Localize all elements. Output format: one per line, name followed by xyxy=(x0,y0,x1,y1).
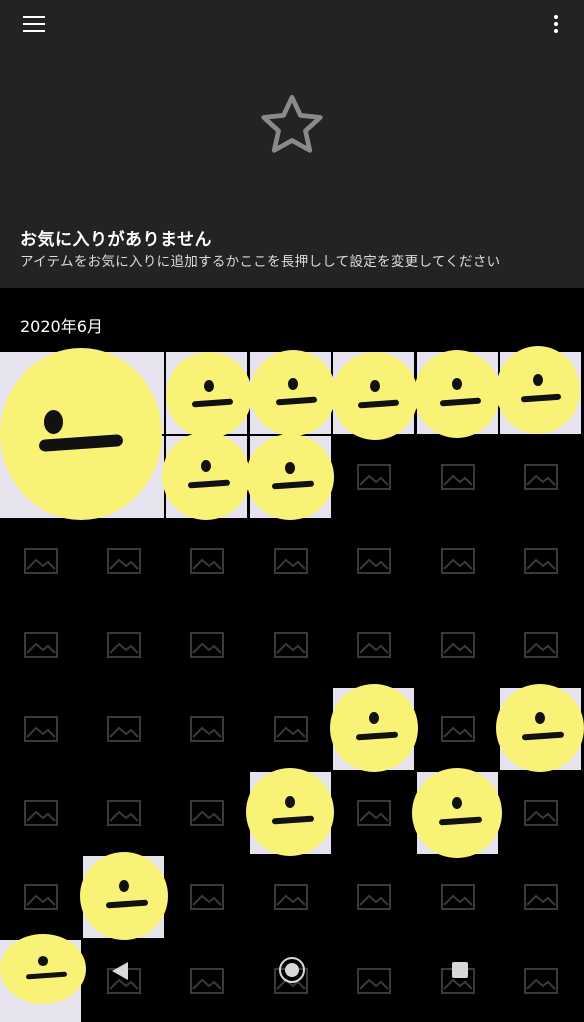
image-placeholder[interactable] xyxy=(83,688,164,770)
image-placeholder[interactable] xyxy=(83,940,164,1022)
empty-state-subtitle[interactable]: アイテムをお気に入りに追加するかここを長押しして設定を変更してください xyxy=(20,250,500,270)
image-placeholder[interactable] xyxy=(0,856,81,938)
image-placeholder[interactable] xyxy=(0,772,81,854)
image-placeholder[interactable] xyxy=(417,940,498,1022)
cover-sticker xyxy=(162,432,250,520)
image-placeholder[interactable] xyxy=(83,772,164,854)
more-options-button[interactable] xyxy=(532,0,580,48)
cover-sticker xyxy=(414,350,500,438)
hamburger-icon xyxy=(23,16,45,32)
cover-sticker xyxy=(246,434,334,520)
cover-sticker xyxy=(246,768,334,856)
image-placeholder[interactable] xyxy=(166,940,247,1022)
star-outline-icon xyxy=(261,94,323,153)
image-placeholder[interactable] xyxy=(83,604,164,686)
image-placeholder[interactable] xyxy=(500,856,581,938)
more-vert-icon xyxy=(554,15,558,33)
cover-sticker xyxy=(496,346,580,434)
image-placeholder[interactable] xyxy=(333,856,414,938)
nav-home-button[interactable] xyxy=(279,957,305,983)
image-placeholder[interactable] xyxy=(333,604,414,686)
image-placeholder[interactable] xyxy=(417,520,498,602)
image-placeholder[interactable] xyxy=(333,436,414,518)
cover-sticker xyxy=(166,352,252,438)
cover-sticker xyxy=(250,350,336,436)
cover-sticker xyxy=(330,684,418,772)
menu-button[interactable] xyxy=(10,0,58,48)
image-placeholder[interactable] xyxy=(166,856,247,938)
image-placeholder[interactable] xyxy=(166,688,247,770)
section-date-label: 2020年6月 xyxy=(20,317,103,336)
image-placeholder[interactable] xyxy=(500,436,581,518)
image-placeholder[interactable] xyxy=(500,604,581,686)
cover-sticker xyxy=(0,934,86,1004)
cover-sticker xyxy=(412,768,502,858)
cover-sticker xyxy=(80,852,168,940)
image-placeholder[interactable] xyxy=(166,520,247,602)
image-placeholder[interactable] xyxy=(333,772,414,854)
image-placeholder[interactable] xyxy=(250,604,331,686)
image-placeholder[interactable] xyxy=(0,520,81,602)
image-placeholder[interactable] xyxy=(417,856,498,938)
image-placeholder[interactable] xyxy=(250,688,331,770)
cover-sticker xyxy=(0,348,162,520)
image-placeholder[interactable] xyxy=(333,520,414,602)
image-placeholder[interactable] xyxy=(166,772,247,854)
image-placeholder[interactable] xyxy=(250,520,331,602)
image-placeholder[interactable] xyxy=(417,604,498,686)
nav-recents-button[interactable] xyxy=(452,962,468,978)
cover-sticker xyxy=(332,352,418,440)
image-placeholder[interactable] xyxy=(417,436,498,518)
image-placeholder[interactable] xyxy=(333,940,414,1022)
image-placeholder[interactable] xyxy=(166,604,247,686)
image-placeholder[interactable] xyxy=(500,772,581,854)
image-placeholder[interactable] xyxy=(0,688,81,770)
image-placeholder[interactable] xyxy=(250,856,331,938)
image-placeholder[interactable] xyxy=(417,688,498,770)
image-placeholder[interactable] xyxy=(500,520,581,602)
image-placeholder[interactable] xyxy=(500,940,581,1022)
cover-sticker xyxy=(496,684,584,772)
nav-back-button[interactable] xyxy=(112,962,128,980)
favorites-header: お気に入りがありません アイテムをお気に入りに追加するかここを長押しして設定を変… xyxy=(0,0,584,288)
image-placeholder[interactable] xyxy=(0,604,81,686)
empty-state-title[interactable]: お気に入りがありません xyxy=(20,225,212,250)
image-placeholder[interactable] xyxy=(83,520,164,602)
